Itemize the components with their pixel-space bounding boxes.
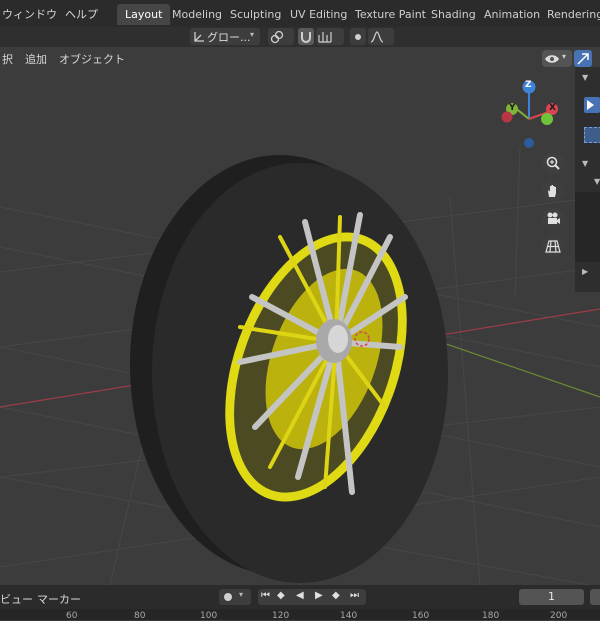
zoom-button[interactable]	[542, 152, 564, 174]
menu-help[interactable]: ヘルプ	[65, 6, 98, 22]
tab-uv-editing[interactable]: UV Editing	[282, 4, 355, 25]
select-box-tool[interactable]	[584, 97, 600, 113]
properties-field	[575, 192, 600, 262]
falloff-curve-icon	[370, 31, 384, 43]
proportional-edit-icon	[355, 34, 361, 40]
current-frame-field[interactable]: 1	[519, 589, 584, 605]
expand-arrow-icon[interactable]: ▼	[594, 177, 600, 186]
record-icon	[224, 593, 232, 601]
visibility-dropdown[interactable]: ▾	[542, 50, 572, 67]
transform-orientation-dropdown[interactable]: グロー... ▾	[190, 28, 260, 45]
gizmo-z-label: Z	[525, 80, 532, 90]
menu-add[interactable]: 追加	[25, 51, 47, 67]
navigation-gizmo[interactable]	[497, 79, 567, 159]
menu-marker[interactable]: マーカー	[37, 591, 81, 607]
tab-sculpting[interactable]: Sculpting	[222, 4, 289, 25]
gizmo-toggle[interactable]	[574, 50, 592, 67]
tab-modeling[interactable]: Modeling	[164, 4, 230, 25]
snap-increment-icon	[318, 32, 332, 43]
next-keyframe-icon[interactable]: ◆	[332, 590, 340, 601]
camera-view-button[interactable]	[542, 207, 564, 229]
cursor-icon	[587, 100, 594, 110]
timeline-header: ビュー マーカー ▾ ⏮ ◆ ◀ ▶ ◆ ⏭ 1	[0, 585, 600, 609]
menu-select[interactable]: 択	[2, 51, 13, 67]
chevron-down-icon: ▾	[562, 52, 567, 61]
pan-button[interactable]	[542, 180, 564, 202]
proportional-edit-toggle[interactable]	[350, 28, 366, 45]
snap-target-dropdown[interactable]	[316, 28, 344, 45]
top-bar: ウィンドウ ヘルプ Layout Modeling Sculpting UV E…	[0, 0, 600, 27]
falloff-dropdown[interactable]	[368, 28, 394, 45]
grid-icon	[545, 240, 561, 253]
zoom-icon	[546, 156, 560, 170]
box-select-tool[interactable]	[584, 127, 600, 143]
tab-shading[interactable]: Shading	[423, 4, 484, 25]
menu-window[interactable]: ウィンドウ	[2, 6, 57, 22]
gizmo-y-label: Y	[509, 103, 516, 113]
link-icon	[270, 30, 284, 44]
keying-dropdown[interactable]: ▾	[219, 589, 251, 605]
pivot-point-dropdown[interactable]	[268, 28, 294, 45]
expand-arrow-icon[interactable]: ▼	[582, 159, 588, 168]
frame-start-field[interactable]	[590, 589, 600, 605]
tab-animation[interactable]: Animation	[476, 4, 548, 25]
play-reverse-icon[interactable]: ◀	[296, 590, 304, 601]
frame-ruler[interactable]: 60 80 100 120 140 160 180 200	[0, 609, 600, 621]
magnet-icon	[301, 32, 311, 43]
orientation-icon	[194, 32, 204, 42]
gizmo-arrow-icon	[577, 53, 589, 65]
menu-view[interactable]: ビュー	[0, 591, 33, 607]
prev-keyframe-icon[interactable]: ◆	[277, 590, 285, 601]
perspective-toggle-button[interactable]	[542, 235, 564, 257]
jump-end-icon[interactable]: ⏭	[350, 590, 359, 601]
hub-center	[328, 325, 348, 353]
collapse-arrow-icon[interactable]: ▶	[582, 267, 588, 276]
transform-orientation-label: グロー...	[207, 31, 251, 44]
snap-toggle[interactable]	[298, 28, 314, 45]
expand-arrow-icon[interactable]: ▼	[582, 73, 588, 82]
tab-rendering[interactable]: Rendering	[539, 4, 600, 25]
tab-layout[interactable]: Layout	[117, 4, 171, 25]
chevron-down-icon: ▾	[250, 30, 255, 39]
playback-controls: ⏮ ◆ ◀ ▶ ◆ ⏭	[258, 589, 366, 605]
outliner-panel-edge: ▼ ▼ ▼ ▶	[575, 67, 600, 292]
camera-icon	[547, 212, 560, 224]
chevron-down-icon: ▾	[239, 590, 244, 599]
menu-object[interactable]: オブジェクト	[59, 51, 125, 67]
hand-icon	[548, 185, 556, 197]
tab-texture-paint[interactable]: Texture Paint	[347, 4, 434, 25]
eye-icon	[545, 55, 559, 63]
gizmo-x-label: X	[549, 103, 556, 113]
play-icon[interactable]: ▶	[315, 590, 323, 601]
header-toolbar: グロー... ▾	[0, 27, 600, 47]
jump-start-icon[interactable]: ⏮	[261, 590, 270, 601]
3d-viewport[interactable]: 択 追加 オブジェクト ▾ Z Y X	[0, 47, 600, 585]
wheel-object[interactable]	[130, 155, 448, 583]
